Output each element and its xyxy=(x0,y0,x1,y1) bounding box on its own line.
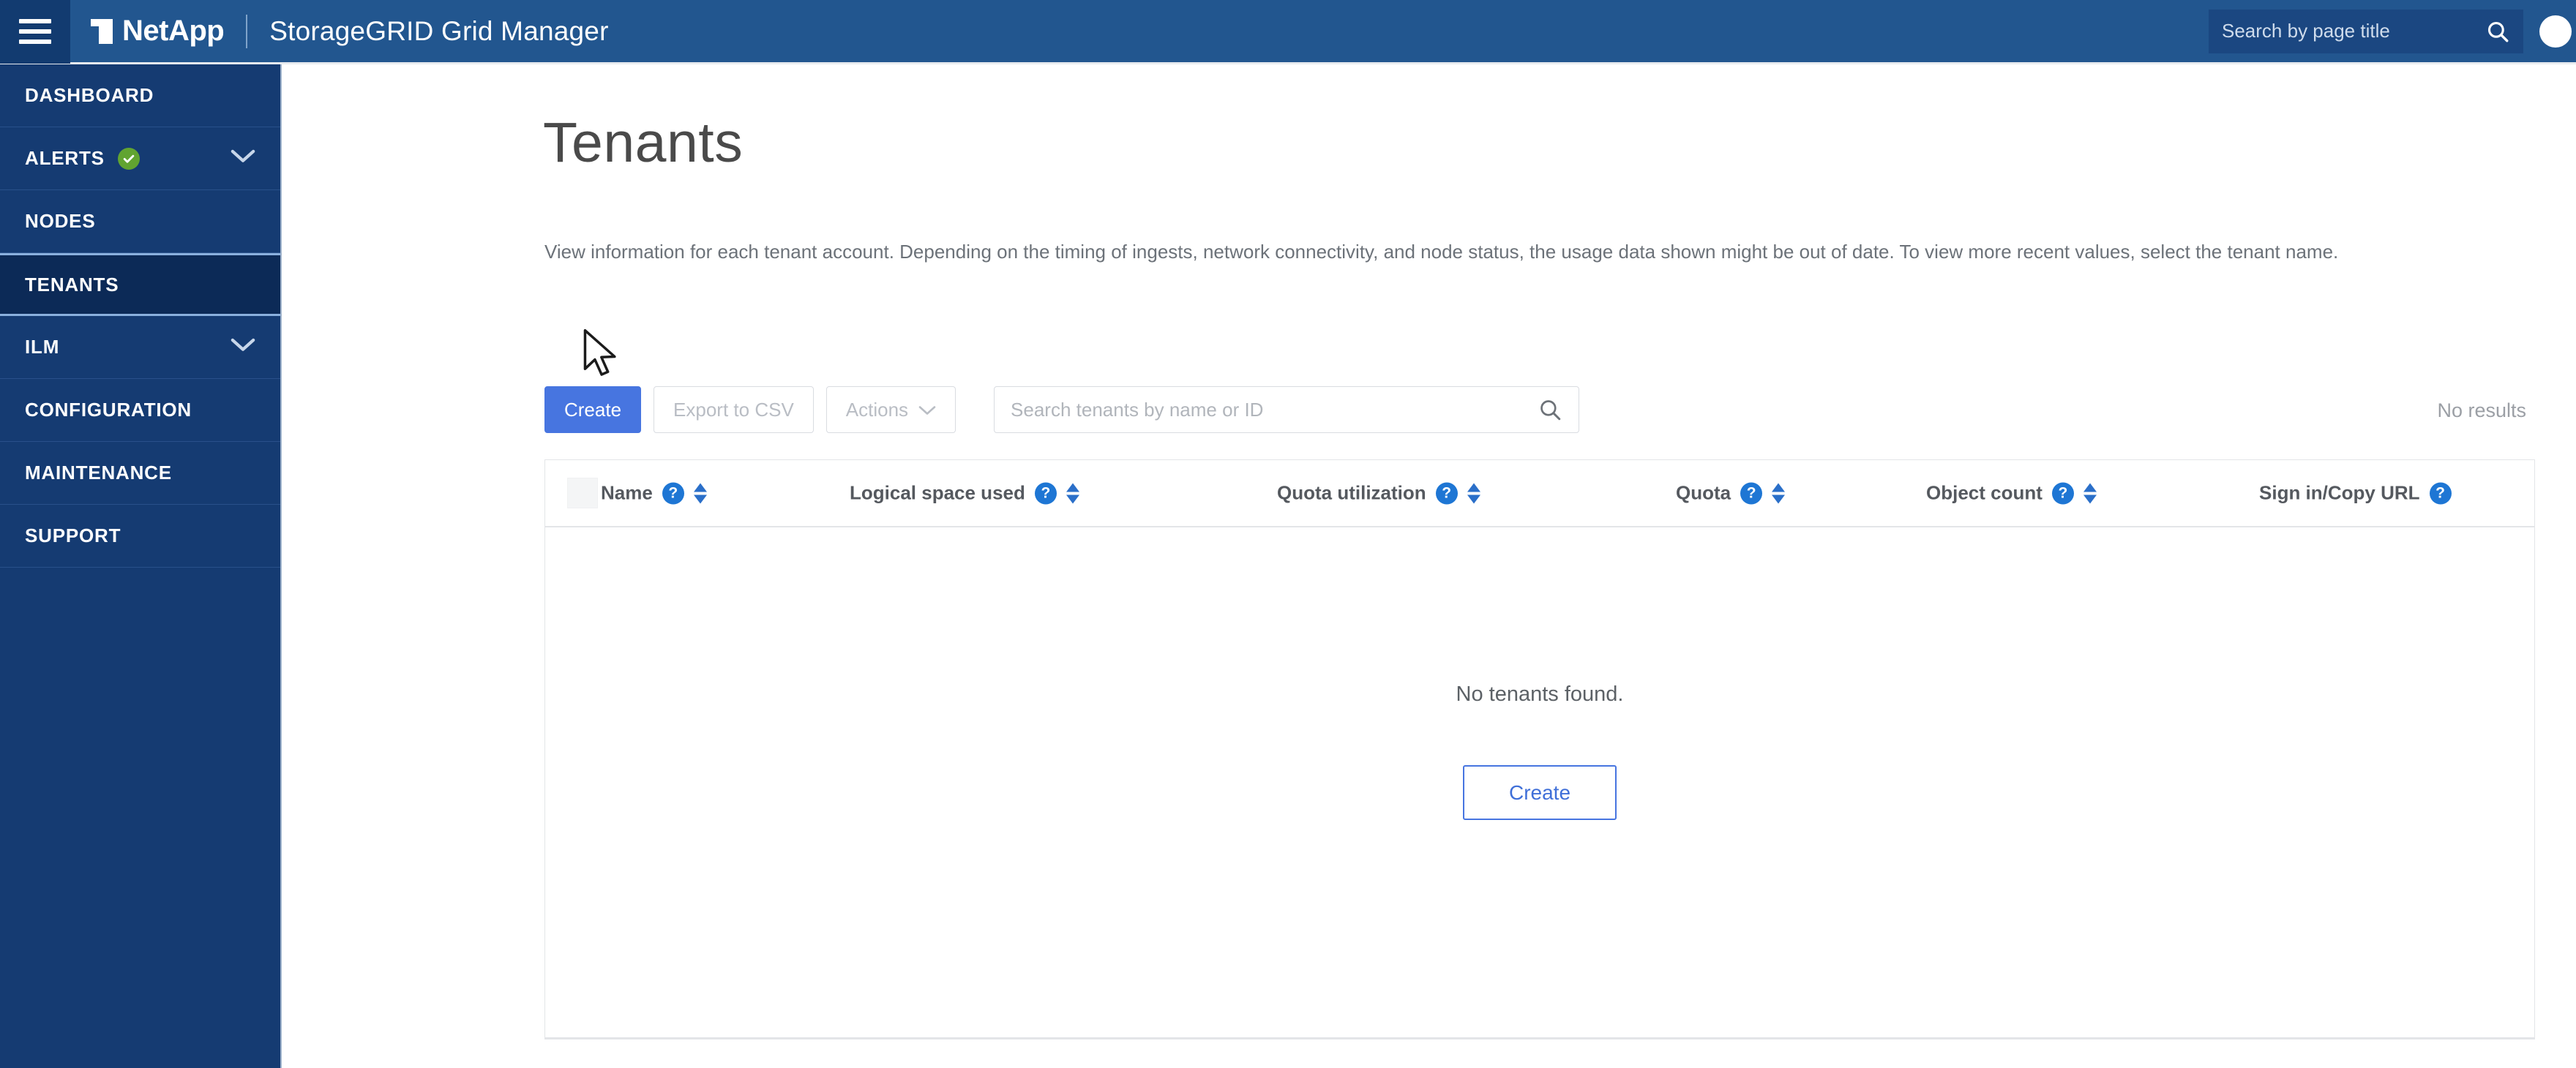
sidebar-item-alerts[interactable]: ALERTS xyxy=(0,127,280,190)
actions-dropdown-button[interactable]: Actions xyxy=(825,386,956,433)
column-header-sign-in-copy-url[interactable]: Sign in/Copy URL ? xyxy=(2259,482,2452,505)
sort-icon[interactable] xyxy=(693,483,707,503)
column-header-quota-utilization[interactable]: Quota utilization ? xyxy=(1277,482,1480,505)
sidebar-item-label: TENANTS xyxy=(25,273,119,296)
table-body-empty-state: No tenants found. Create xyxy=(545,527,2534,1039)
column-label: Quota utilization xyxy=(1277,481,1426,504)
sidebar-item-tenants[interactable]: TENANTS xyxy=(0,253,280,316)
header-right-tools xyxy=(2209,9,2576,53)
green-check-circle-icon xyxy=(117,147,140,170)
empty-state-message: No tenants found. xyxy=(1456,682,1624,706)
sidebar-item-maintenance[interactable]: MAINTENANCE xyxy=(0,442,280,505)
sort-icon[interactable] xyxy=(2083,483,2097,503)
brand-area: NetApp StorageGRID Grid Manager xyxy=(91,14,609,48)
sidebar-item-label: ALERTS xyxy=(25,147,105,169)
sidebar-item-configuration[interactable]: CONFIGURATION xyxy=(0,379,280,442)
column-label: Sign in/Copy URL xyxy=(2259,481,2420,504)
results-status-label: No results xyxy=(2437,399,2526,421)
hamburger-menu-button[interactable] xyxy=(0,0,70,64)
sidebar-item-label: NODES xyxy=(25,210,96,232)
tenant-search-field[interactable] xyxy=(994,386,1580,433)
netapp-logo[interactable]: NetApp xyxy=(91,15,225,48)
help-icon[interactable]: ? xyxy=(662,482,684,504)
sidebar-item-ilm[interactable]: ILM xyxy=(0,316,280,379)
column-label: Quota xyxy=(1676,481,1731,504)
create-button[interactable]: Create xyxy=(544,386,642,433)
netapp-brand-label: NetApp xyxy=(122,15,225,47)
chevron-down-icon[interactable] xyxy=(231,336,255,358)
chevron-down-icon xyxy=(918,399,936,421)
sidebar-item-nodes[interactable]: NODES xyxy=(0,190,280,253)
tenants-table: Name ? Logical space used ? Quota utiliz… xyxy=(544,459,2535,1039)
sidebar-navigation: DASHBOARD ALERTS NODES TENANTS ILM CONFI… xyxy=(0,64,282,1068)
help-icon[interactable]: ? xyxy=(1034,482,1057,504)
sidebar-item-label: SUPPORT xyxy=(25,524,121,546)
help-circle-icon[interactable] xyxy=(2539,15,2572,48)
netapp-logo-icon xyxy=(91,18,113,44)
page-description: View information for each tenant account… xyxy=(544,241,2339,263)
help-icon[interactable]: ? xyxy=(1435,482,1458,504)
sidebar-item-support[interactable]: SUPPORT xyxy=(0,505,280,568)
sort-icon[interactable] xyxy=(1066,483,1079,503)
brand-divider xyxy=(246,14,248,48)
export-to-csv-button[interactable]: Export to CSV xyxy=(654,386,814,433)
column-label: Logical space used xyxy=(850,481,1025,504)
top-header-bar: NetApp StorageGRID Grid Manager xyxy=(0,0,2576,64)
page-search-input[interactable] xyxy=(2222,20,2485,42)
column-header-object-count[interactable]: Object count ? xyxy=(1926,482,2097,505)
help-icon[interactable]: ? xyxy=(2051,482,2074,504)
column-label: Name xyxy=(601,481,653,504)
table-header-row: Name ? Logical space used ? Quota utiliz… xyxy=(545,460,2534,527)
select-all-checkbox[interactable] xyxy=(567,478,598,508)
chevron-down-icon[interactable] xyxy=(231,147,255,170)
sidebar-item-label: MAINTENANCE xyxy=(25,462,172,484)
empty-state-create-button[interactable]: Create xyxy=(1463,765,1617,820)
page-title-search[interactable] xyxy=(2209,9,2523,53)
page-title: Tenants xyxy=(543,111,744,174)
column-label: Object count xyxy=(1926,481,2043,504)
column-header-name[interactable]: Name ? xyxy=(601,482,707,505)
sort-icon[interactable] xyxy=(1772,483,1786,503)
sidebar-item-dashboard[interactable]: DASHBOARD xyxy=(0,64,280,127)
sidebar-item-label: DASHBOARD xyxy=(25,84,154,106)
tenants-toolbar: Create Export to CSV Actions xyxy=(544,386,1580,433)
app-title: StorageGRID Grid Manager xyxy=(269,15,609,46)
help-icon[interactable]: ? xyxy=(2429,482,2452,504)
search-icon[interactable] xyxy=(1538,397,1562,422)
hamburger-menu-icon xyxy=(19,18,51,44)
search-icon[interactable] xyxy=(2485,19,2510,44)
help-icon[interactable]: ? xyxy=(1740,482,1763,504)
column-header-logical-space-used[interactable]: Logical space used ? xyxy=(850,482,1079,505)
tenant-search-input[interactable] xyxy=(1011,398,1538,421)
actions-label: Actions xyxy=(845,398,909,421)
sidebar-item-label: ILM xyxy=(25,336,60,358)
sort-icon[interactable] xyxy=(1467,483,1480,503)
column-header-quota[interactable]: Quota ? xyxy=(1676,481,1786,505)
main-content: Tenants View information for each tenant… xyxy=(283,67,2576,1068)
sidebar-item-label: CONFIGURATION xyxy=(25,399,192,421)
